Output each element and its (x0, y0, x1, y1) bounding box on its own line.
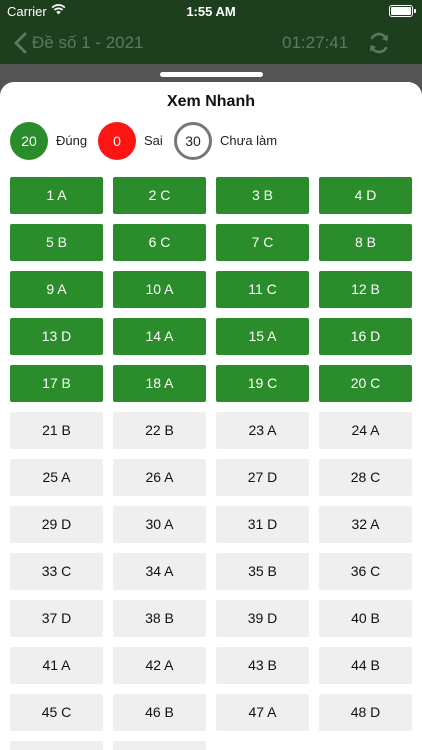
question-cell[interactable]: 48 D (319, 694, 412, 731)
question-cell[interactable]: 2 C (113, 177, 206, 214)
question-cell[interactable]: 47 A (216, 694, 309, 731)
question-cell[interactable] (113, 741, 206, 750)
question-cell[interactable]: 5 B (10, 224, 103, 261)
question-cell[interactable]: 42 A (113, 647, 206, 684)
question-cell[interactable]: 37 D (10, 600, 103, 637)
nav-bar: Đề số 1 - 2021 01:27:41 (0, 22, 422, 64)
question-cell[interactable]: 35 B (216, 553, 309, 590)
question-cell[interactable]: 4 D (319, 177, 412, 214)
question-cell[interactable]: 22 B (113, 412, 206, 449)
sheet-drag-handle[interactable] (160, 72, 263, 77)
question-cell[interactable]: 9 A (10, 271, 103, 308)
question-cell[interactable]: 11 C (216, 271, 309, 308)
question-cell[interactable]: 1 A (10, 177, 103, 214)
page-title: Đề số 1 - 2021 (32, 33, 144, 52)
answer-summary: 20 Đúng 0 Sai 30 Chưa làm (10, 122, 412, 160)
clock: 1:55 AM (186, 4, 236, 19)
question-cell[interactable]: 33 C (10, 553, 103, 590)
question-cell[interactable]: 14 A (113, 318, 206, 355)
status-bar: Carrier 1:55 AM (0, 0, 422, 22)
correct-count-badge: 20 (10, 122, 48, 160)
question-cell[interactable]: 23 A (216, 412, 309, 449)
question-cell[interactable]: 21 B (10, 412, 103, 449)
correct-label: Đúng (56, 133, 88, 148)
question-cell[interactable]: 28 C (319, 459, 412, 496)
question-cell[interactable]: 3 B (216, 177, 309, 214)
quick-view-sheet: Xem Nhanh 20 Đúng 0 Sai 30 Chưa làm 1 A 2… (0, 82, 422, 750)
question-cell[interactable]: 44 B (319, 647, 412, 684)
question-cell[interactable]: 46 B (113, 694, 206, 731)
question-cell[interactable]: 26 A (113, 459, 206, 496)
question-cell[interactable]: 17 B (10, 365, 103, 402)
question-cell[interactable]: 8 B (319, 224, 412, 261)
question-cell[interactable]: 38 B (113, 600, 206, 637)
question-cell[interactable]: 19 C (216, 365, 309, 402)
question-cell[interactable]: 36 C (319, 553, 412, 590)
question-cell[interactable]: 45 C (10, 694, 103, 731)
question-cell[interactable]: 15 A (216, 318, 309, 355)
question-cell[interactable]: 41 A (10, 647, 103, 684)
unanswered-label: Chưa làm (220, 133, 278, 148)
question-cell[interactable]: 18 A (113, 365, 206, 402)
question-cell[interactable]: 7 C (216, 224, 309, 261)
wrong-count-badge: 0 (98, 122, 136, 160)
question-cell[interactable]: 30 A (113, 506, 206, 543)
chevron-left-icon[interactable] (10, 31, 32, 55)
question-cell[interactable]: 34 A (113, 553, 206, 590)
question-cell[interactable]: 6 C (113, 224, 206, 261)
question-cell[interactable]: 20 C (319, 365, 412, 402)
exam-timer: 01:27:41 (282, 33, 349, 52)
question-cell[interactable] (10, 741, 103, 750)
refresh-icon[interactable] (366, 30, 392, 56)
sheet-title: Xem Nhanh (166, 93, 255, 110)
question-cell[interactable]: 27 D (216, 459, 309, 496)
question-cell[interactable]: 10 A (113, 271, 206, 308)
question-cell[interactable]: 25 A (10, 459, 103, 496)
question-cell[interactable]: 32 A (319, 506, 412, 543)
unanswered-count-badge: 30 (174, 122, 212, 160)
question-cell[interactable]: 13 D (10, 318, 103, 355)
question-cell[interactable]: 43 B (216, 647, 309, 684)
question-cell[interactable]: 12 B (319, 271, 412, 308)
question-cell[interactable]: 16 D (319, 318, 412, 355)
question-cell[interactable]: 31 D (216, 506, 309, 543)
question-cell[interactable]: 39 D (216, 600, 309, 637)
question-cell[interactable]: 24 A (319, 412, 412, 449)
wrong-label: Sai (144, 133, 163, 148)
question-cell[interactable]: 29 D (10, 506, 103, 543)
battery-icon (389, 5, 416, 17)
question-cell[interactable]: 40 B (319, 600, 412, 637)
